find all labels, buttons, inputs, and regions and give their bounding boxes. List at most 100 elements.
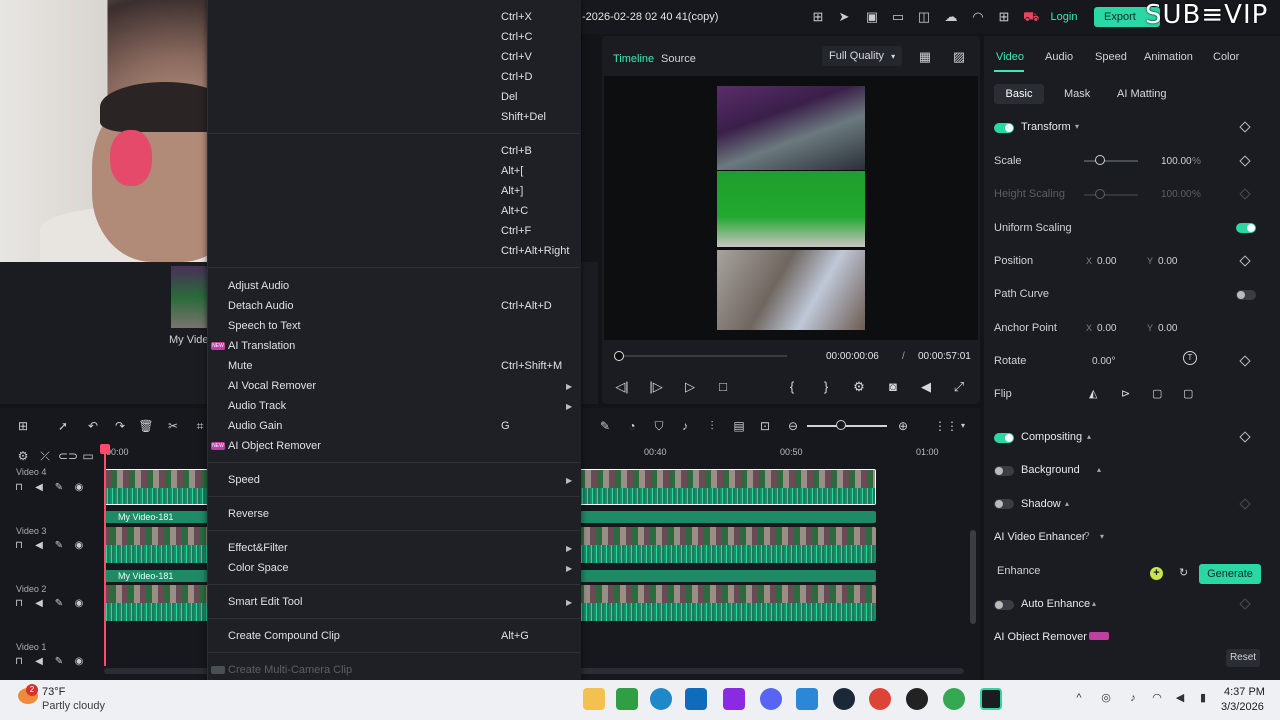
zoom-slider[interactable] — [807, 425, 887, 427]
menu-shortcut[interactable]: Ctrl+F — [501, 225, 531, 237]
speaker-icon[interactable]: ◀ — [33, 656, 45, 667]
layout-icon[interactable]: ⊞ — [15, 418, 31, 434]
fullscreen-icon[interactable]: ⤢ — [951, 379, 967, 395]
help-icon[interactable]: ? — [1084, 531, 1090, 542]
zoom-slider-knob[interactable] — [836, 420, 846, 430]
menu-shortcut[interactable]: Ctrl+B — [501, 145, 532, 157]
auto-enhance-toggle[interactable] — [994, 600, 1014, 610]
menu-item-reverse[interactable]: Reverse — [228, 508, 269, 520]
volume-icon[interactable]: ◀ — [918, 379, 934, 395]
playhead-handle[interactable] — [100, 444, 110, 454]
rotate-cw-icon[interactable]: ▢ — [1152, 387, 1162, 400]
shield-icon[interactable]: ⛉ — [651, 418, 667, 434]
subtab-ai-matting[interactable]: AI Matting — [1117, 88, 1167, 100]
menu-shortcut[interactable]: Ctrl+C — [501, 31, 532, 43]
vertical-scrollbar[interactable] — [970, 530, 976, 624]
subtab-mask[interactable]: Mask — [1064, 88, 1090, 100]
refresh-icon[interactable]: ↻ — [1179, 566, 1188, 579]
tab-color[interactable]: Color — [1213, 51, 1239, 63]
uniform-scaling-toggle[interactable] — [1236, 223, 1256, 233]
track-settings-icon[interactable]: ⚙ — [15, 448, 31, 464]
transform-toggle[interactable] — [994, 123, 1014, 133]
quality-select[interactable]: Full Quality ▾ — [822, 46, 902, 66]
pencil-off-icon[interactable]: ✎ — [53, 598, 65, 609]
menu-item-mute[interactable]: Mute — [228, 360, 252, 372]
menu-shortcut[interactable]: Ctrl+V — [501, 51, 532, 63]
anchor-x-input[interactable]: 0.00 — [1097, 323, 1116, 334]
menu-shortcut[interactable]: Del — [501, 91, 518, 103]
eye-icon[interactable]: ◉ — [73, 482, 85, 493]
cloud-icon[interactable]: ☁ — [943, 9, 959, 25]
headset-icon[interactable]: ◠ — [970, 9, 986, 25]
position-x-input[interactable]: 0.00 — [1097, 256, 1116, 267]
chrome-icon[interactable] — [943, 688, 965, 710]
edge-icon[interactable] — [650, 688, 672, 710]
path-curve-toggle[interactable] — [1236, 290, 1256, 300]
tab-audio[interactable]: Audio — [1045, 51, 1073, 63]
progress-track[interactable] — [619, 355, 787, 357]
weather-temperature[interactable]: 73°F — [42, 686, 65, 698]
grid-icon[interactable]: ⋮⋮ — [934, 418, 958, 434]
reset-button[interactable]: Reset — [1226, 649, 1260, 667]
subtab-basic[interactable]: Basic — [994, 84, 1044, 104]
menu-item-detach-audio[interactable]: Detach Audio — [228, 300, 293, 312]
app-tray-icon[interactable]: ◎ — [1099, 691, 1113, 705]
file-explorer-icon[interactable] — [583, 688, 605, 710]
mark-out-icon[interactable]: } — [818, 379, 834, 395]
app-icon[interactable] — [723, 688, 745, 710]
undo-icon[interactable]: ↶ — [85, 418, 101, 434]
media-thumbnail[interactable] — [171, 266, 207, 328]
pencil-off-icon[interactable]: ✎ — [53, 482, 65, 493]
stop-icon[interactable]: □ — [715, 379, 731, 395]
menu-item-ai-translation[interactable]: AI Translation — [228, 340, 295, 352]
cart-icon[interactable]: ⛟ — [1023, 9, 1039, 25]
menu-shortcut[interactable]: Alt+[ — [501, 165, 523, 177]
xbox-icon[interactable] — [616, 688, 638, 710]
menu-item-color-space[interactable]: Color Space — [228, 562, 289, 574]
mixer-icon[interactable]: ⫶ — [704, 418, 720, 434]
tab-speed[interactable]: Speed — [1095, 51, 1127, 63]
background-toggle[interactable] — [994, 466, 1014, 476]
generate-button[interactable]: Generate — [1199, 564, 1261, 584]
volume-icon[interactable]: ◀ — [1173, 691, 1187, 705]
menu-shortcut[interactable]: Alt+] — [501, 185, 523, 197]
playhead[interactable] — [104, 444, 106, 666]
fit-icon[interactable]: ⊡ — [757, 418, 773, 434]
clock-date[interactable]: 3/3/2026 — [1221, 701, 1264, 713]
unlink-icon[interactable]: ⤫ — [37, 448, 53, 464]
media-icon[interactable]: ▣ — [864, 9, 880, 25]
camera-icon[interactable]: ◙ — [885, 379, 901, 395]
link-icon[interactable]: ⊂⊃ — [58, 448, 78, 464]
chevron-up-icon[interactable]: ▴ — [1097, 465, 1101, 474]
eye-icon[interactable]: ◉ — [73, 656, 85, 667]
flip-vertical-icon[interactable]: ⊳ — [1121, 387, 1130, 400]
grid-icon[interactable]: ⊞ — [996, 9, 1012, 25]
menu-item-ai-vocal-remover[interactable]: AI Vocal Remover — [228, 380, 316, 392]
discord-icon[interactable] — [760, 688, 782, 710]
caption-icon[interactable]: ▤ — [731, 418, 747, 434]
menu-item-create-compound-clip[interactable]: Create Compound Clip — [228, 630, 340, 642]
tab-source[interactable]: Source — [661, 53, 696, 65]
lock-icon[interactable]: ⊓ — [13, 540, 25, 551]
menu-item-adjust-audio[interactable]: Adjust Audio — [228, 280, 289, 292]
rotate-ccw-icon[interactable]: ▢ — [1183, 387, 1193, 400]
steam-icon[interactable] — [833, 688, 855, 710]
lock-icon[interactable]: ⊓ — [13, 656, 25, 667]
cut-icon[interactable]: ✂ — [165, 418, 181, 434]
speaker-icon[interactable]: ◀ — [33, 540, 45, 551]
menu-item-effect-filter[interactable]: Effect&Filter — [228, 542, 288, 554]
mark-in-icon[interactable]: { — [784, 379, 800, 395]
store-icon[interactable] — [685, 688, 707, 710]
save-icon[interactable]: ◫ — [916, 9, 932, 25]
menu-shortcut[interactable]: Ctrl+D — [501, 71, 532, 83]
clock-time[interactable]: 4:37 PM — [1224, 686, 1265, 698]
select-tool-icon[interactable]: ➚ — [55, 418, 71, 434]
snap-icon[interactable]: ▭ — [80, 448, 96, 464]
chevron-up-icon[interactable]: ▴ — [1065, 499, 1069, 508]
gift-icon[interactable]: ⊞ — [810, 9, 826, 25]
shadow-toggle[interactable] — [994, 499, 1014, 509]
delete-icon[interactable]: 🗑 — [138, 418, 154, 434]
speaker-icon[interactable]: ◀ — [33, 598, 45, 609]
menu-shortcut[interactable]: Shift+Del — [501, 111, 546, 123]
pencil-off-icon[interactable]: ✎ — [53, 540, 65, 551]
